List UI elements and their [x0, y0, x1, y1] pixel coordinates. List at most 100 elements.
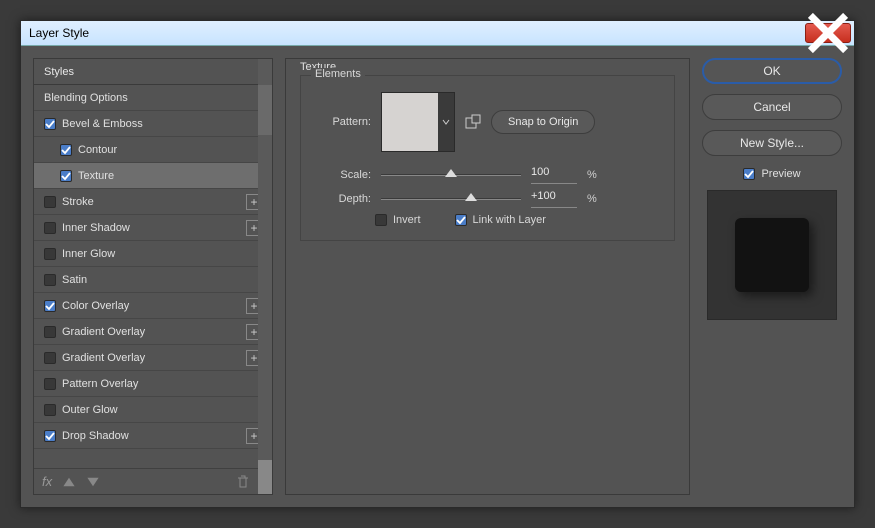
elements-label: Elements	[311, 68, 365, 80]
scale-row: Scale: 100 %	[315, 166, 660, 184]
chevron-down-icon	[441, 117, 451, 127]
style-row[interactable]: Pattern Overlay	[34, 371, 272, 397]
checkbox-icon[interactable]	[44, 430, 56, 442]
style-label: Drop Shadow	[62, 430, 129, 442]
slider-thumb-icon	[465, 193, 477, 205]
style-row[interactable]: Gradient Overlay+	[34, 319, 272, 345]
style-row[interactable]: Texture	[34, 163, 272, 189]
settings-panel: Texture Elements Pattern: Snap to Origin	[285, 58, 690, 495]
slider-thumb-icon	[445, 169, 457, 181]
titlebar: Layer Style	[21, 21, 854, 46]
checkbox-icon[interactable]	[44, 378, 56, 390]
checkbox-icon[interactable]	[44, 326, 56, 338]
style-label: Satin	[62, 274, 87, 286]
scroll-end[interactable]	[258, 460, 272, 494]
arrow-up-icon[interactable]	[62, 475, 76, 489]
scale-slider[interactable]	[381, 168, 521, 182]
style-row[interactable]: Contour	[34, 137, 272, 163]
style-row[interactable]: Satin	[34, 267, 272, 293]
pattern-row: Pattern: Snap to Origin	[315, 92, 660, 152]
checkbox-icon[interactable]	[44, 248, 56, 260]
pattern-dropdown[interactable]	[438, 93, 454, 151]
styles-panel: Styles Blending Options Bevel & Emboss Con…	[33, 58, 273, 495]
create-preset-button[interactable]	[465, 114, 481, 130]
style-row[interactable]: Inner Shadow+	[34, 215, 272, 241]
style-label: Blending Options	[44, 92, 128, 104]
style-row[interactable]: Drop Shadow+	[34, 423, 272, 449]
depth-value[interactable]: +100	[531, 190, 577, 208]
actions-panel: OK Cancel New Style... Preview	[702, 58, 842, 495]
depth-unit: %	[587, 193, 597, 205]
scrollbar[interactable]	[258, 59, 272, 494]
preview-inner	[735, 218, 809, 292]
elements-group: Elements Pattern: Snap to Origin	[300, 75, 675, 241]
style-row[interactable]: Gradient Overlay+	[34, 345, 272, 371]
scale-unit: %	[587, 169, 597, 181]
style-label: Gradient Overlay	[62, 352, 145, 364]
style-label: Texture	[78, 170, 114, 182]
depth-slider[interactable]	[381, 192, 521, 206]
checkbox-icon[interactable]	[44, 196, 56, 208]
ok-button[interactable]: OK	[702, 58, 842, 84]
preview-checkbox[interactable]: Preview	[702, 168, 842, 180]
fx-label[interactable]: fx	[42, 474, 52, 489]
style-label: Pattern Overlay	[62, 378, 138, 390]
snap-to-origin-button[interactable]: Snap to Origin	[491, 110, 595, 134]
arrow-down-icon[interactable]	[86, 475, 100, 489]
checkbox-icon[interactable]	[44, 118, 56, 130]
trash-icon[interactable]	[236, 475, 250, 489]
pattern-label: Pattern:	[315, 116, 371, 128]
dialog-body: Styles Blending Options Bevel & Emboss Con…	[21, 46, 854, 507]
scale-label: Scale:	[315, 169, 371, 181]
checks-row: Invert Link with Layer	[315, 214, 660, 226]
link-label: Link with Layer	[473, 214, 546, 226]
invert-label: Invert	[393, 214, 421, 226]
checkbox-icon[interactable]	[44, 274, 56, 286]
style-label: Bevel & Emboss	[62, 118, 143, 130]
close-icon	[806, 11, 850, 55]
preview-label: Preview	[761, 168, 800, 180]
style-row[interactable]: Stroke+	[34, 189, 272, 215]
checkbox-icon[interactable]	[44, 300, 56, 312]
link-with-layer-checkbox[interactable]: Link with Layer	[455, 214, 546, 226]
scale-thumb[interactable]	[445, 169, 457, 181]
invert-checkbox[interactable]: Invert	[375, 214, 421, 226]
style-row[interactable]: Inner Glow	[34, 241, 272, 267]
styles-list: Styles Blending Options Bevel & Emboss Con…	[33, 58, 273, 495]
style-row[interactable]: Blending Options	[34, 85, 272, 111]
styles-header[interactable]: Styles	[34, 59, 272, 85]
checkbox-icon[interactable]	[44, 222, 56, 234]
pattern-swatch	[382, 93, 438, 151]
pattern-picker[interactable]	[381, 92, 455, 152]
checkbox-icon[interactable]	[60, 144, 72, 156]
style-label: Outer Glow	[62, 404, 118, 416]
style-label: Inner Glow	[62, 248, 115, 260]
style-row[interactable]: Color Overlay+	[34, 293, 272, 319]
style-row[interactable]: Bevel & Emboss	[34, 111, 272, 137]
new-preset-icon	[465, 114, 481, 130]
fx-toolbar: fx	[34, 468, 258, 494]
checkbox-icon[interactable]	[44, 404, 56, 416]
new-style-button[interactable]: New Style...	[702, 130, 842, 156]
checkbox-icon	[743, 168, 755, 180]
style-label: Gradient Overlay	[62, 326, 145, 338]
scroll-thumb[interactable]	[258, 85, 272, 135]
close-button[interactable]	[805, 23, 851, 43]
depth-label: Depth:	[315, 193, 371, 205]
style-label: Color Overlay	[62, 300, 129, 312]
cancel-button[interactable]: Cancel	[702, 94, 842, 120]
checkbox-icon[interactable]	[44, 352, 56, 364]
depth-row: Depth: +100 %	[315, 190, 660, 208]
checkbox-icon[interactable]	[60, 170, 72, 182]
style-row[interactable]: Outer Glow	[34, 397, 272, 423]
checkbox-icon	[375, 214, 387, 226]
style-label: Inner Shadow	[62, 222, 130, 234]
preview-thumbnail	[707, 190, 837, 320]
style-label: Stroke	[62, 196, 94, 208]
depth-thumb[interactable]	[465, 193, 477, 205]
checkbox-icon	[455, 214, 467, 226]
window-title: Layer Style	[29, 26, 89, 40]
layer-style-dialog: Layer Style Styles Blending Options Bevel…	[20, 20, 855, 508]
style-label: Contour	[78, 144, 117, 156]
scale-value[interactable]: 100	[531, 166, 577, 184]
